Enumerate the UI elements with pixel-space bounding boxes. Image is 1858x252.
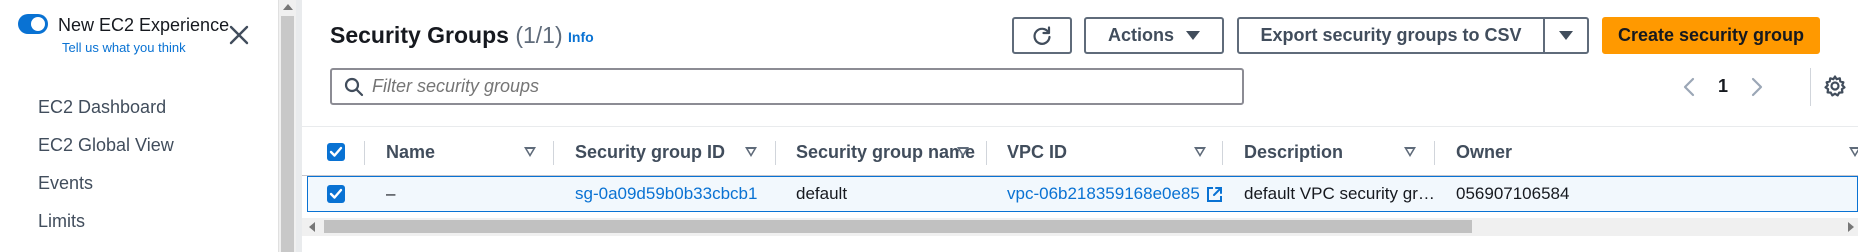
search-input[interactable] [372, 76, 1232, 97]
scroll-left-icon[interactable] [309, 222, 315, 232]
close-icon[interactable] [228, 24, 250, 46]
export-csv-button[interactable]: Export security groups to CSV [1237, 17, 1545, 54]
scrollbar-thumb[interactable] [324, 220, 1472, 233]
sort-icon[interactable] [1404, 147, 1416, 157]
column-header-name[interactable]: Name [386, 127, 435, 177]
column-divider [553, 141, 554, 165]
filter-box [330, 68, 1244, 105]
column-divider [986, 141, 987, 165]
page-number[interactable]: 1 [1718, 76, 1728, 97]
cell-vpc-id: vpc-06b218359168e0e85 [1007, 177, 1223, 211]
refresh-icon [1033, 25, 1051, 45]
sort-icon[interactable] [1194, 147, 1206, 157]
sort-icon[interactable] [957, 147, 969, 157]
cell-security-group-name: default [796, 184, 848, 203]
vpc-id-link[interactable]: vpc-06b218359168e0e85 [1007, 184, 1200, 204]
cell-name: – [386, 184, 396, 203]
sidebar-item-events[interactable]: Events [38, 172, 174, 210]
create-security-group-label: Create security group [1617, 25, 1805, 45]
column-divider [1434, 141, 1435, 165]
cell-description: default VPC security gr… [1244, 184, 1435, 203]
new-experience-title: New EC2 Experience [58, 15, 230, 35]
actions-label: Actions [1107, 25, 1174, 45]
security-groups-table: Name Security group ID Security group na… [302, 126, 1858, 212]
sort-icon[interactable] [745, 147, 757, 157]
export-options-button[interactable] [1543, 17, 1589, 54]
page-title: Security Groups (1/1) [330, 22, 563, 49]
sidebar-item-ec2-global-view[interactable]: EC2 Global View [38, 134, 174, 172]
column-header-owner[interactable]: Owner [1456, 127, 1512, 177]
new-experience-toggle-row [18, 14, 48, 34]
sort-icon[interactable] [1849, 147, 1858, 157]
new-experience-toggle[interactable] [18, 14, 48, 34]
column-divider [364, 141, 365, 165]
external-link-icon[interactable] [1206, 186, 1223, 203]
column-header-security-group-name[interactable]: Security group name [796, 127, 975, 177]
column-header-security-group-id[interactable]: Security group ID [575, 127, 725, 177]
create-security-group-button[interactable]: Create security group [1602, 17, 1820, 54]
sidebar-nav: EC2 Dashboard EC2 Global View Events Lim… [38, 96, 174, 248]
search-icon [344, 77, 364, 96]
cell-security-group-id-link[interactable]: sg-0a09d59b0b33cbcb1 [575, 177, 757, 211]
toggle-knob [31, 17, 45, 31]
cell-owner: 056907106584 [1456, 184, 1570, 203]
chevron-left-icon[interactable] [1682, 77, 1696, 97]
info-link[interactable]: Info [568, 29, 594, 45]
scroll-right-icon[interactable] [1848, 222, 1854, 232]
actions-button[interactable]: Actions [1084, 17, 1224, 54]
main-content: Security Groups (1/1) Info Actions Expor… [302, 0, 1858, 252]
sidebar: New EC2 Experience Tell us what you thin… [0, 0, 278, 252]
checkmark-icon [329, 188, 343, 199]
scrollbar-thumb[interactable] [281, 16, 294, 252]
pagination-divider [1810, 68, 1811, 106]
column-divider [775, 141, 776, 165]
sidebar-item-ec2-dashboard[interactable]: EC2 Dashboard [38, 96, 174, 134]
caret-down-icon [1559, 31, 1573, 40]
pagination: 1 [1682, 76, 1764, 97]
table-header: Name Security group ID Security group na… [302, 126, 1858, 176]
sidebar-item-limits[interactable]: Limits [38, 210, 174, 248]
column-divider [1222, 141, 1223, 165]
scroll-up-icon[interactable] [283, 4, 293, 10]
select-all-checkbox[interactable] [327, 143, 345, 161]
sort-icon[interactable] [524, 147, 536, 157]
export-csv-label: Export security groups to CSV [1260, 25, 1522, 45]
ec2-console: New EC2 Experience Tell us what you thin… [0, 0, 1858, 252]
gear-icon[interactable] [1823, 74, 1847, 98]
row-checkbox[interactable] [327, 185, 345, 203]
table-horizontal-scrollbar[interactable] [302, 218, 1858, 236]
table-row[interactable]: – sg-0a09d59b0b33cbcb1 default vpc-06b21… [307, 176, 1858, 212]
selection-count: (1/1) [515, 22, 563, 48]
feedback-link[interactable]: Tell us what you think [62, 40, 186, 55]
caret-down-icon [1186, 31, 1200, 40]
chevron-right-icon[interactable] [1750, 77, 1764, 97]
page-title-text: Security Groups [330, 22, 509, 48]
column-header-description[interactable]: Description [1244, 127, 1343, 177]
column-header-vpc-id[interactable]: VPC ID [1007, 127, 1067, 177]
sidebar-scrollbar[interactable] [278, 0, 296, 252]
refresh-button[interactable] [1012, 17, 1072, 54]
checkmark-icon [329, 146, 343, 157]
